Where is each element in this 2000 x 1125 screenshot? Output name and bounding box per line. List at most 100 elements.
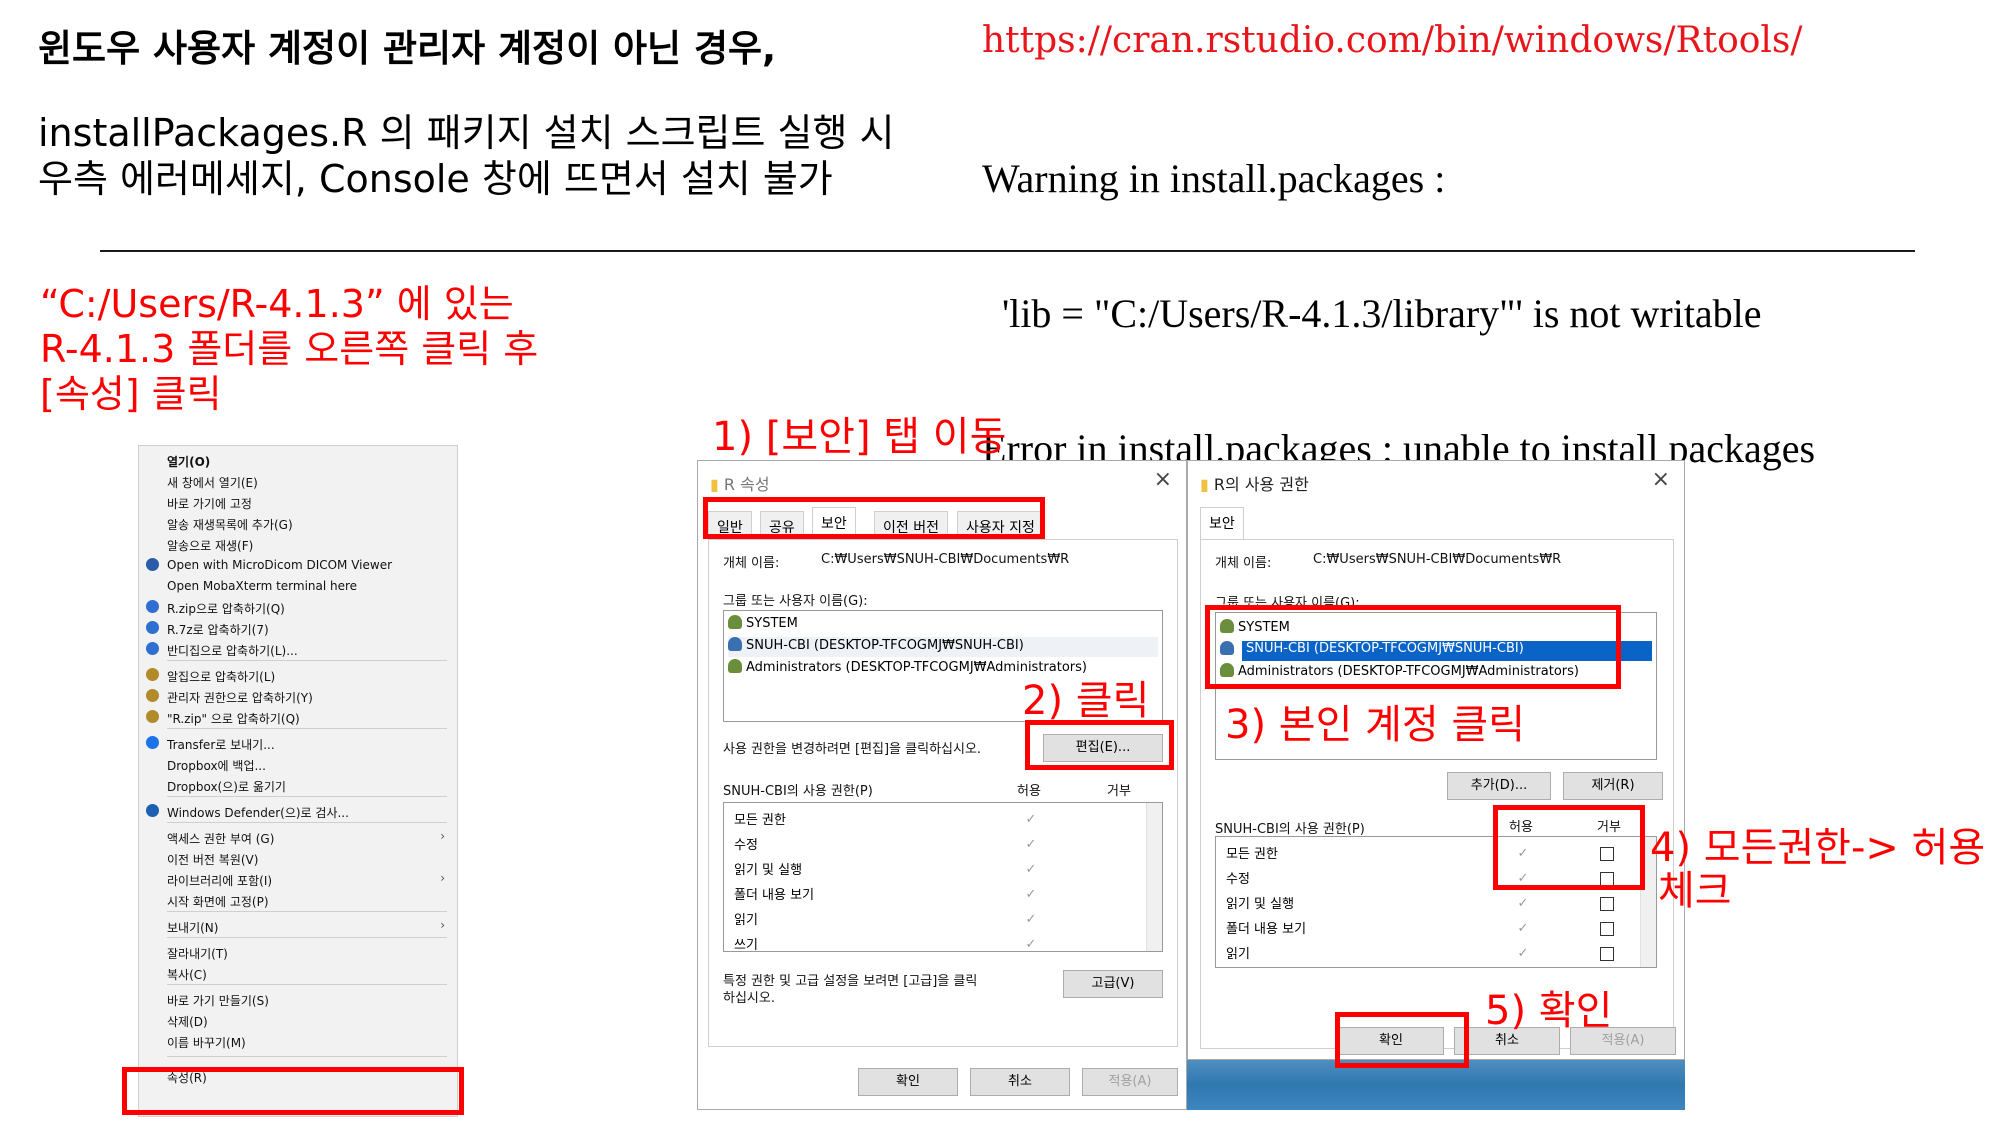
context-menu-item-label: R.7z로 압축하기(7) (167, 623, 269, 637)
folder-icon: ▮ (710, 475, 719, 494)
ok-button[interactable]: 확인 (858, 1068, 958, 1096)
context-menu-item[interactable]: 이전 버전 복원(V) (139, 848, 457, 869)
change-hint: 사용 권한을 변경하려면 [편집]을 클릭하십시오. (723, 742, 982, 757)
group-icon (728, 659, 742, 673)
context-menu-item[interactable]: 이름 바꾸기(M) (139, 1031, 457, 1052)
context-menu-item[interactable]: 복사(C) (139, 963, 457, 984)
context-menu-item[interactable]: Windows Defender(으)로 검사... (139, 801, 457, 822)
highlight-properties (122, 1067, 464, 1115)
context-menu-item[interactable]: 알송 재생목록에 추가(G) (139, 513, 457, 534)
allow-checkbox-checked[interactable]: ✓ (1516, 947, 1530, 961)
step-1-label: 1) [보안] 탭 이동 (712, 414, 1007, 460)
alzip-icon (146, 668, 159, 681)
menu-separator (167, 984, 447, 985)
context-menu-item[interactable]: Dropbox에 백업... (139, 754, 457, 775)
menu-separator (167, 728, 447, 729)
error-line: 'lib = "C:/Users/R-4.1.3/library"' is no… (982, 291, 1762, 336)
context-menu-item[interactable]: 알송으로 재생(F) (139, 534, 457, 555)
close-icon[interactable]: × (1154, 467, 1172, 492)
context-menu-item[interactable]: 알집으로 압축하기(L) (139, 665, 457, 686)
zip-icon (146, 642, 159, 655)
chevron-right-icon: › (440, 829, 445, 843)
context-menu-item[interactable]: 삭제(D) (139, 1010, 457, 1031)
menu-separator (167, 911, 447, 912)
alzip-icon (146, 689, 159, 702)
perm-row: 모든 권한 ✓ (734, 812, 1037, 828)
object-name-value: C:₩Users₩SNUH-CBI₩Documents₩R (1313, 552, 1562, 567)
cancel-button[interactable]: 취소 (970, 1068, 1070, 1096)
highlight-ok-button (1335, 1012, 1469, 1068)
context-menu-item-label: Open MobaXterm terminal here (167, 579, 358, 593)
context-menu-item-label: 삭제(D) (167, 1015, 208, 1029)
note-line-1: “C:/Users/R-4.1.3” 에 있는 (40, 282, 514, 326)
context-menu-item[interactable]: 잘라내기(T) (139, 942, 457, 963)
context-menu-item[interactable]: 새 창에서 열기(E) (139, 471, 457, 492)
context-menu-item[interactable]: R.zip으로 압축하기(Q) (139, 597, 457, 618)
allow-checkbox-checked[interactable]: ✓ (1516, 897, 1530, 911)
dropbox-icon (146, 736, 159, 749)
instruction-note: “C:/Users/R-4.1.3” 에 있는 R-4.1.3 폴더를 오른쪽 … (40, 282, 538, 417)
permissions-dialog: ▮ R의 사용 권한 × 보안 개체 이름: C:₩Users₩SNUH-CBI… (1187, 460, 1685, 1060)
context-menu-item-label: 액세스 권한 부여 (G) (167, 832, 275, 846)
tab-security[interactable]: 보안 (1200, 507, 1244, 539)
context-menu-item[interactable]: Dropbox(으)로 옮기기 (139, 775, 457, 796)
highlight-user-account (1205, 605, 1621, 689)
context-menu-item-label: 관리자 권한으로 압축하기(Y) (167, 691, 313, 705)
zip-icon (146, 621, 159, 634)
context-menu-item[interactable]: 보내기(N) › (139, 916, 457, 937)
object-name-label: 개체 이름: (723, 556, 780, 571)
allow-checkbox-checked[interactable]: ✓ (1516, 922, 1530, 936)
apply-button[interactable]: 적용(A) (1082, 1068, 1178, 1096)
context-menu-item-label: 잘라내기(T) (167, 947, 228, 961)
user-system[interactable]: SYSTEM (728, 615, 798, 635)
description-line-2: 우측 에러메세지, Console 창에 뜨면서 설치 불가 (38, 157, 833, 201)
context-menu-item[interactable]: "R.zip" 으로 압축하기(Q) (139, 707, 457, 728)
perm-row: 읽기 ✓ (1226, 943, 1656, 967)
dialog-title: ▮ R 속성 (710, 475, 770, 494)
context-menu-item[interactable]: Open with MicroDicom DICOM Viewer (139, 555, 457, 576)
context-menu-item-label: "R.zip" 으로 압축하기(Q) (167, 712, 300, 726)
context-menu-item[interactable]: 액세스 권한 부여 (G) › (139, 827, 457, 848)
permission-list: 모든 권한 ✓ 수정 ✓ 읽기 및 실행 ✓ 폴더 내용 보기 ✓ 읽기 ✓ 쓰기 ✓ (723, 802, 1163, 952)
context-menu-item[interactable]: 라이브러리에 포함(I) › (139, 869, 457, 890)
user-snuh-cbi[interactable]: SNUH-CBI (DESKTOP-TFCOGMJ₩SNUH-CBI) (728, 637, 1158, 657)
description-line-1: installPackages.R 의 패키지 설치 스크립트 실행 시 (38, 111, 895, 155)
context-menu-item[interactable]: R.7z로 압축하기(7) (139, 618, 457, 639)
context-menu-item[interactable]: 바로 가기 만들기(S) (139, 989, 457, 1010)
permission-label: SNUH-CBI의 사용 권한(P) (1215, 822, 1365, 837)
remove-button[interactable]: 제거(R) (1563, 772, 1663, 800)
advanced-button[interactable]: 고급(V) (1063, 970, 1163, 998)
context-menu-item[interactable]: 바로 가기에 고정 (139, 492, 457, 513)
context-menu-item[interactable]: Open MobaXterm terminal here (139, 576, 457, 597)
menu-separator (167, 660, 447, 661)
properties-dialog: ▮ R 속성 × 일반 공유 보안 이전 버전 사용자 지정 개체 이름: C:… (697, 460, 1187, 1110)
context-menu: 열기(O) 새 창에서 열기(E) 바로 가기에 고정 알송 재생목록에 추가(G) 알… (138, 445, 458, 1117)
context-menu-item[interactable]: 시작 화면에 고정(P) (139, 890, 457, 911)
perm-row: 쓰기 ✓ (734, 937, 1037, 952)
deny-checkbox[interactable] (1600, 947, 1614, 961)
context-menu-item[interactable]: Transfer로 보내기... (139, 733, 457, 754)
context-menu-item-label: 바로 가기 만들기(S) (167, 994, 269, 1008)
close-icon[interactable]: × (1652, 467, 1670, 492)
context-menu-item-label: Dropbox(으)로 옮기기 (167, 780, 286, 794)
step-5-label: 5) 확인 (1485, 988, 1613, 1034)
advanced-hint-2: 하십시오. (723, 991, 775, 1006)
context-menu-item-label: 알집으로 압축하기(L) (167, 670, 276, 684)
add-button[interactable]: 추가(D)... (1447, 772, 1551, 800)
scrollbar[interactable] (1146, 803, 1162, 951)
context-menu-item-label: 알송으로 재생(F) (167, 539, 254, 553)
context-menu-item-label: Windows Defender(으)로 검사... (167, 806, 349, 820)
deny-checkbox[interactable] (1600, 897, 1614, 911)
check-icon: ✓ (1025, 937, 1037, 952)
context-menu-item-label: 라이브러리에 포함(I) (167, 874, 273, 888)
deny-checkbox[interactable] (1600, 922, 1614, 936)
context-menu-item[interactable]: 관리자 권한으로 압축하기(Y) (139, 686, 457, 707)
context-menu-item-label: 이름 바꾸기(M) (167, 1036, 246, 1050)
perm-row: 폴더 내용 보기 ✓ (734, 887, 1037, 903)
object-name-value: C:₩Users₩SNUH-CBI₩Documents₩R (821, 552, 1070, 567)
menu-separator (167, 1056, 447, 1057)
highlight-edit-button (1025, 720, 1174, 770)
context-menu-item[interactable]: 반디집으로 압축하기(L)... (139, 639, 457, 660)
perm-row: 폴더 내용 보기 ✓ (1226, 918, 1656, 943)
context-menu-item[interactable]: 열기(O) (139, 450, 457, 471)
